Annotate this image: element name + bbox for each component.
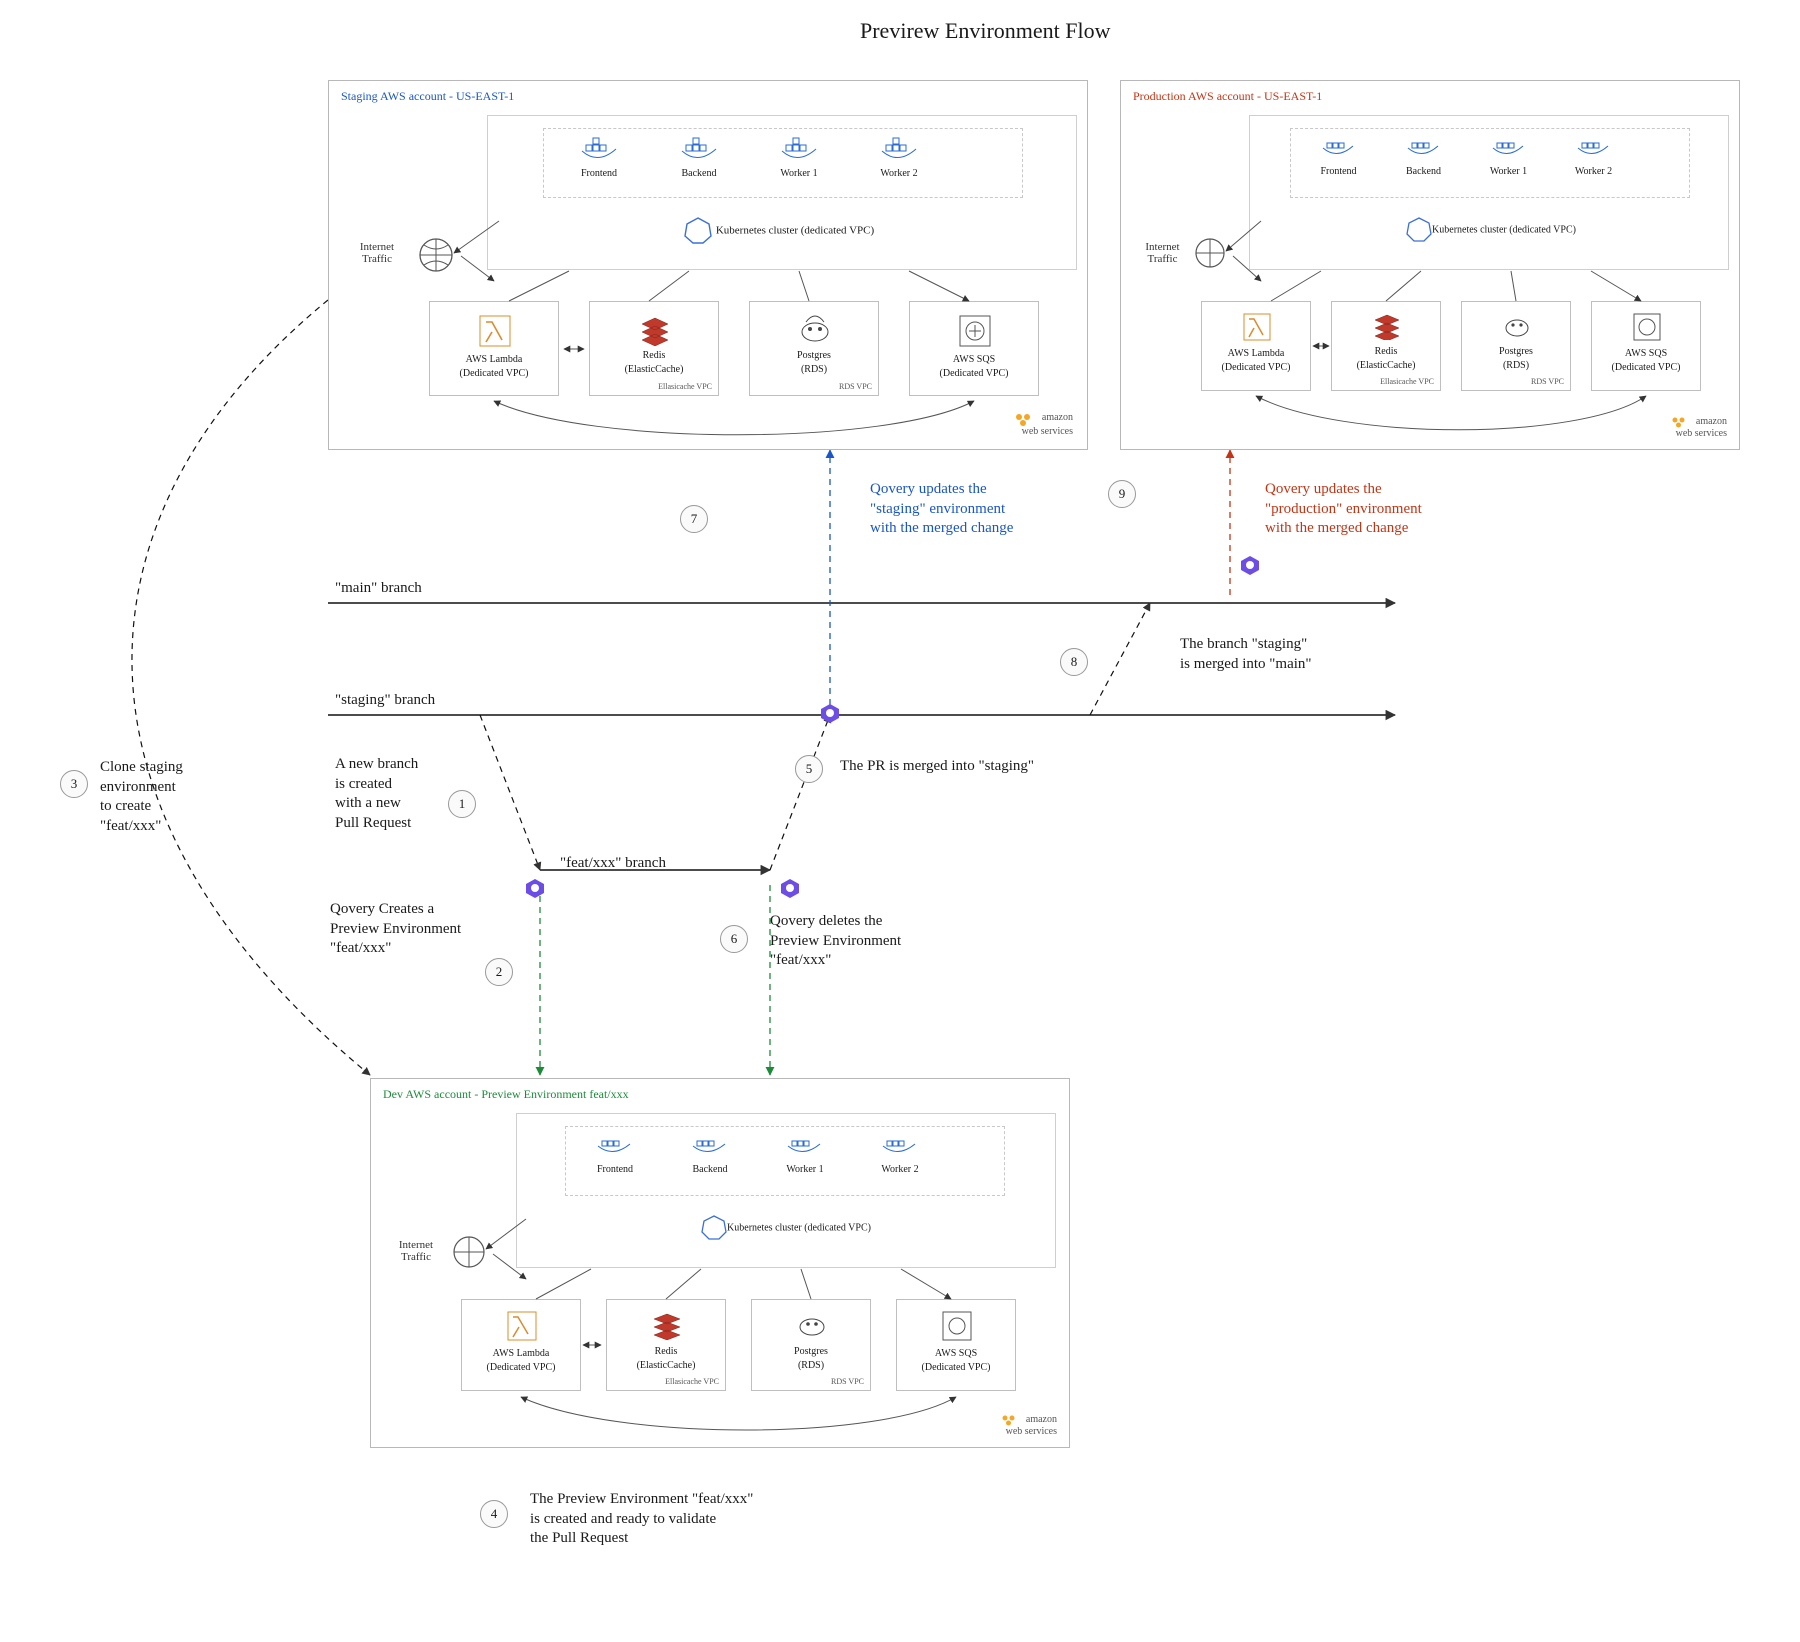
internet-traffic-label: Internet Traffic [1135, 241, 1190, 265]
svc-sqs: AWS SQS (Dedicated VPC) [909, 301, 1039, 396]
globe-icon [451, 1234, 487, 1270]
docker-icon [678, 131, 720, 161]
docker-icon [785, 1129, 825, 1157]
env-production: Production AWS account - US-EAST-1 Inter… [1120, 80, 1740, 450]
redis-icon [638, 312, 672, 346]
amazon-logo: amazon web services [1000, 1414, 1057, 1437]
diagram-canvas: Previrew Environment Flow Staging AWS ac… [0, 0, 1800, 1642]
postgres-icon [1502, 310, 1532, 340]
step-5-text: The PR is merged into "staging" [840, 757, 1100, 777]
step-4-text: The Preview Environment "feat/xxx" is cr… [530, 1490, 850, 1549]
aws-icon [1000, 1414, 1026, 1426]
pod-worker2: Worker 2 [866, 1129, 934, 1175]
step-3-text: Clone staging environment to create "fea… [100, 758, 250, 836]
svc-redis: Redis (ElasticCache) Ellasicache VPC [589, 301, 719, 396]
pod-worker2: Worker 2 [864, 131, 934, 179]
sqs-icon [941, 1310, 973, 1342]
postgres-icon [798, 312, 832, 346]
step-9-text: Qovery updates the "production" environm… [1265, 480, 1505, 539]
qovery-icon [525, 878, 545, 898]
docker-icon [1575, 131, 1613, 159]
docker-icon [1490, 131, 1528, 159]
docker-icon [1320, 131, 1358, 159]
env-staging: Staging AWS account - US-EAST-1 Internet… [328, 80, 1088, 450]
sqs-icon [1632, 312, 1662, 342]
globe-icon [1193, 236, 1227, 270]
step-8-text: The branch "staging" is merged into "mai… [1180, 635, 1390, 674]
step-2-text: Qovery Creates a Preview Environment "fe… [330, 900, 510, 959]
step-7-text: Qovery updates the "staging" environment… [870, 480, 1100, 539]
docker-icon [595, 1129, 635, 1157]
pod-worker1: Worker 1 [771, 1129, 839, 1175]
docker-icon [778, 131, 820, 161]
env-dev-title: Dev AWS account - Preview Environment fe… [383, 1087, 629, 1102]
docker-icon [578, 131, 620, 161]
k8s-label: Kubernetes cluster (dedicated VPC) [661, 1214, 911, 1240]
pod-frontend: Frontend [1306, 131, 1371, 177]
docker-icon [878, 131, 920, 161]
svc-postgres: Postgres(RDS)RDS VPC [1461, 301, 1571, 391]
step-4-num: 4 [480, 1500, 508, 1528]
svc-postgres: Postgres (RDS) RDS VPC [749, 301, 879, 396]
redis-icon [651, 1308, 683, 1340]
qovery-icon [780, 878, 800, 898]
step-9-num: 9 [1108, 480, 1136, 508]
internet-traffic-label: Internet Traffic [347, 241, 407, 265]
step-3-num: 3 [60, 770, 88, 798]
step-6-text: Qovery deletes the Preview Environment "… [770, 912, 960, 971]
lambda-icon [478, 314, 512, 348]
branch-main-label: "main" branch [335, 580, 422, 597]
step-5-num: 5 [795, 755, 823, 783]
svc-lambda: AWS Lambda (Dedicated VPC) [429, 301, 559, 396]
amazon-logo: amazon web services [1014, 412, 1073, 437]
env-prod-title: Production AWS account - US-EAST-1 [1133, 89, 1322, 104]
pod-backend: Backend [676, 1129, 744, 1175]
docker-icon [880, 1129, 920, 1157]
svc-redis: Redis(ElasticCache)Ellasicache VPC [1331, 301, 1441, 391]
branch-feat-label: "feat/xxx" branch [560, 855, 666, 872]
step-2-num: 2 [485, 958, 513, 986]
k8s-icon [684, 216, 712, 244]
internet-traffic-label: Internet Traffic [387, 1239, 445, 1263]
k8s-icon [701, 1214, 727, 1240]
docker-icon [690, 1129, 730, 1157]
env-dev: Dev AWS account - Preview Environment fe… [370, 1078, 1070, 1448]
lambda-icon [1242, 312, 1272, 342]
diagram-title: Previrew Environment Flow [860, 18, 1111, 44]
svc-lambda: AWS Lambda(Dedicated VPC) [461, 1299, 581, 1391]
pod-worker1: Worker 1 [1476, 131, 1541, 177]
svc-sqs: AWS SQS(Dedicated VPC) [1591, 301, 1701, 391]
pod-backend: Backend [1391, 131, 1456, 177]
pod-worker1: Worker 1 [764, 131, 834, 179]
step-7-num: 7 [680, 505, 708, 533]
step-1-text: A new branch is created with a new Pull … [335, 755, 475, 833]
docker-icon [1405, 131, 1443, 159]
k8s-label: Kubernetes cluster (dedicated VPC) [1371, 216, 1611, 242]
postgres-icon [796, 1308, 828, 1340]
k8s-label: Kubernetes cluster (dedicated VPC) [649, 216, 909, 244]
svc-sqs: AWS SQS(Dedicated VPC) [896, 1299, 1016, 1391]
globe-icon [417, 236, 455, 274]
amazon-logo: amazon web services [1670, 416, 1727, 439]
aws-icon [1670, 416, 1696, 428]
qovery-icon [820, 703, 840, 723]
pod-frontend: Frontend [564, 131, 634, 179]
svc-redis: Redis(ElasticCache)Ellasicache VPC [606, 1299, 726, 1391]
lambda-icon [506, 1310, 538, 1342]
qovery-icon [1240, 555, 1260, 575]
step-6-num: 6 [720, 925, 748, 953]
k8s-icon [1406, 216, 1432, 242]
step-8-num: 8 [1060, 648, 1088, 676]
pod-worker2: Worker 2 [1561, 131, 1626, 177]
svc-postgres: Postgres(RDS)RDS VPC [751, 1299, 871, 1391]
aws-icon [1014, 412, 1042, 426]
pod-backend: Backend [664, 131, 734, 179]
sqs-icon [958, 314, 992, 348]
svc-lambda: AWS Lambda(Dedicated VPC) [1201, 301, 1311, 391]
branch-staging-label: "staging" branch [335, 692, 435, 709]
redis-icon [1372, 310, 1402, 340]
env-staging-title: Staging AWS account - US-EAST-1 [341, 89, 514, 104]
pod-frontend: Frontend [581, 1129, 649, 1175]
